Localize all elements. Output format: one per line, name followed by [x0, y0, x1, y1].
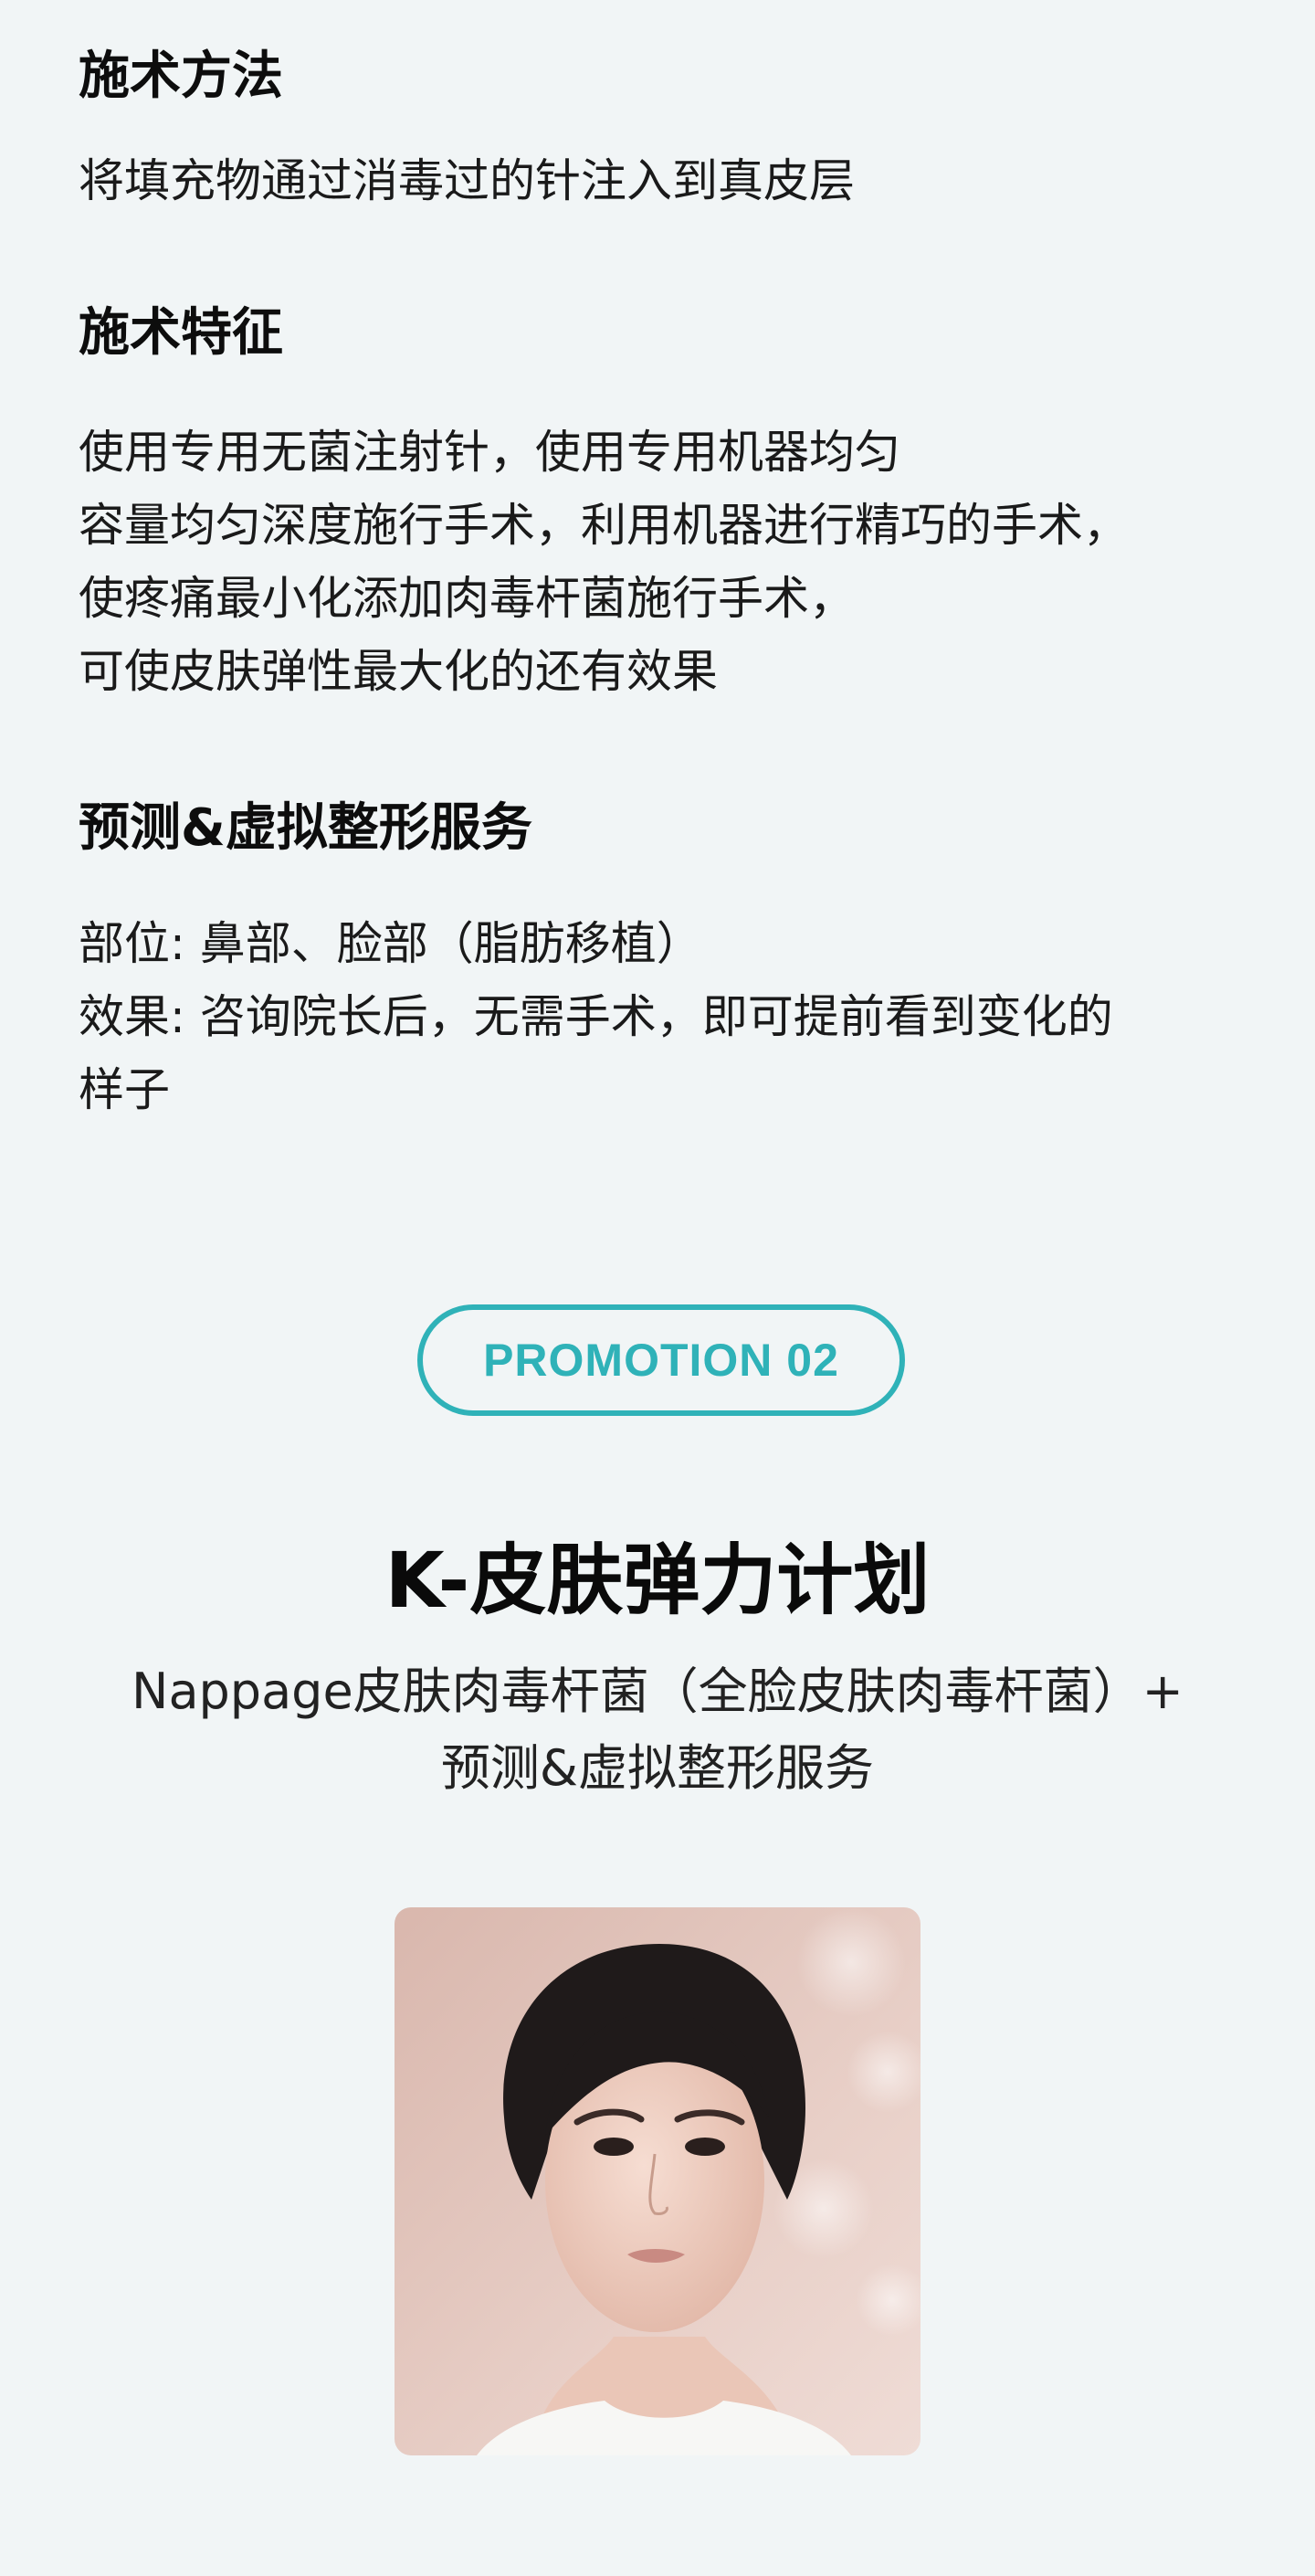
model-portrait-image [394, 1907, 920, 2455]
promotion-subtitle: Nappage皮肤肉毒杆菌（全脸皮肤肉毒杆菌）+ 预测&虚拟整形服务 [37, 1653, 1278, 1807]
section-body-line: 样子 [79, 1063, 170, 1116]
section-title: 预测&虚拟整形服务 [79, 798, 532, 858]
section-body-line: 使疼痛最小化添加肉毒杆菌施行手术， [79, 572, 855, 625]
section-body-line: 使用专用无菌注射针，使用专用机器均匀 [79, 426, 900, 479]
section-virtual-surgery: 预测&虚拟整形服务 部位: 鼻部、脸部（脂肪移植） 效果: 咨询院长后，无需手术… [79, 792, 1257, 1126]
section-treatment-features: 施术特征 使用专用无菌注射针，使用专用机器均匀 容量均匀深度施行手术，利用机器进… [79, 297, 1257, 708]
section-body: 使用专用无菌注射针，使用专用机器均匀 容量均匀深度施行手术，利用机器进行精巧的手… [79, 416, 1257, 708]
section-body-line: 效果: 咨询院长后，无需手术，即可提前看到变化的 [79, 990, 1113, 1043]
section-body: 将填充物通过消毒过的针注入到真皮层 [79, 144, 1257, 217]
promotion-badge: PROMOTION 02 [417, 1304, 905, 1416]
section-body-line: 将填充物通过消毒过的针注入到真皮层 [79, 154, 855, 207]
promotion-subtitle-line: 预测&虚拟整形服务 [440, 1739, 875, 1797]
section-title: 施术方法 [79, 47, 283, 106]
section-body: 部位: 鼻部、脸部（脂肪移植） 效果: 咨询院长后，无需手术，即可提前看到变化的… [79, 907, 1257, 1126]
section-body-line: 可使皮肤弹性最大化的还有效果 [79, 645, 718, 698]
section-treatment-method: 施术方法 将填充物通过消毒过的针注入到真皮层 [79, 40, 1257, 217]
section-title: 施术特征 [79, 303, 283, 363]
promotion-subtitle-line: Nappage皮肤肉毒杆菌（全脸皮肤肉毒杆菌）+ [132, 1663, 1184, 1720]
section-body-line: 容量均匀深度施行手术，利用机器进行精巧的手术， [79, 499, 1129, 552]
section-body-line: 部位: 鼻部、脸部（脂肪移植） [79, 917, 702, 970]
promotion-title: K-皮肤弹力计划 [384, 1536, 931, 1625]
